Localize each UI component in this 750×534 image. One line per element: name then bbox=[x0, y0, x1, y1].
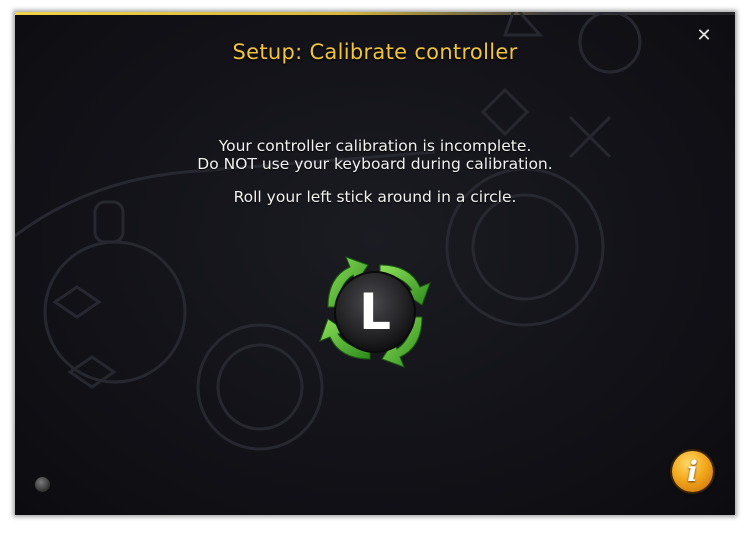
info-button[interactable]: i bbox=[672, 451, 713, 492]
calibration-status-text: Your controller calibration is incomplet… bbox=[218, 137, 532, 155]
keyboard-warning-text: Do NOT use your keyboard during calibrat… bbox=[197, 154, 553, 173]
left-stick-rotate-icon: L bbox=[319, 256, 431, 368]
close-button[interactable]: ✕ bbox=[693, 25, 715, 47]
calibration-message: Your controller calibration is incomplet… bbox=[15, 137, 735, 207]
status-indicator bbox=[35, 477, 50, 492]
stick-letter: L bbox=[359, 283, 391, 341]
instruction-text: Roll your left stick around in a circle. bbox=[233, 188, 517, 206]
dialog-title: Setup: Calibrate controller bbox=[232, 40, 518, 64]
calibration-dialog: Setup: Calibrate controller ✕ Your contr… bbox=[15, 12, 735, 515]
